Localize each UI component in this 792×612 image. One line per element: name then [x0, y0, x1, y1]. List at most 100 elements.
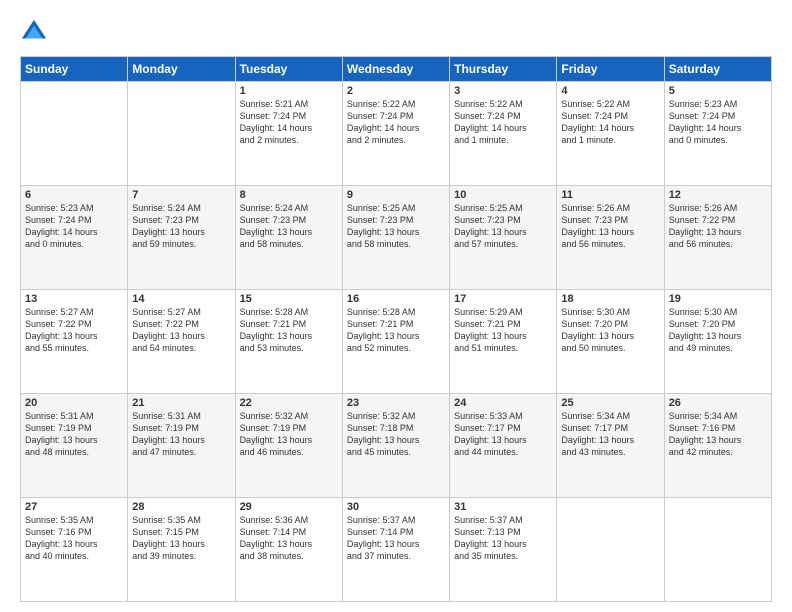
cell-content-line: Daylight: 14 hours — [454, 122, 552, 134]
cell-content-line: Sunrise: 5:33 AM — [454, 410, 552, 422]
day-number: 24 — [454, 397, 552, 409]
calendar-cell — [664, 498, 771, 602]
day-header-tuesday: Tuesday — [235, 57, 342, 82]
cell-content-line: Sunset: 7:19 PM — [25, 422, 123, 434]
cell-content-line: Sunrise: 5:26 AM — [561, 202, 659, 214]
cell-content-line: Sunset: 7:21 PM — [347, 318, 445, 330]
calendar-cell: 29Sunrise: 5:36 AMSunset: 7:14 PMDayligh… — [235, 498, 342, 602]
cell-content-line: Daylight: 13 hours — [669, 434, 767, 446]
cell-content-line: and 58 minutes. — [347, 238, 445, 250]
cell-content-line: and 49 minutes. — [669, 342, 767, 354]
cell-content-line: Sunset: 7:16 PM — [669, 422, 767, 434]
calendar-cell: 5Sunrise: 5:23 AMSunset: 7:24 PMDaylight… — [664, 82, 771, 186]
cell-content-line: Sunset: 7:18 PM — [347, 422, 445, 434]
calendar-cell: 3Sunrise: 5:22 AMSunset: 7:24 PMDaylight… — [450, 82, 557, 186]
day-number: 31 — [454, 501, 552, 513]
cell-content-line: and 51 minutes. — [454, 342, 552, 354]
calendar-cell: 24Sunrise: 5:33 AMSunset: 7:17 PMDayligh… — [450, 394, 557, 498]
cell-content-line: Sunset: 7:24 PM — [454, 110, 552, 122]
cell-content-line: Sunrise: 5:22 AM — [561, 98, 659, 110]
cell-content-line: Sunset: 7:24 PM — [240, 110, 338, 122]
cell-content-line: Sunset: 7:23 PM — [347, 214, 445, 226]
cell-content-line: Sunrise: 5:28 AM — [347, 306, 445, 318]
cell-content-line: Sunset: 7:20 PM — [669, 318, 767, 330]
cell-content-line: Sunset: 7:22 PM — [25, 318, 123, 330]
cell-content-line: and 40 minutes. — [25, 550, 123, 562]
cell-content-line: Sunrise: 5:25 AM — [347, 202, 445, 214]
day-number: 13 — [25, 293, 123, 305]
calendar-cell: 30Sunrise: 5:37 AMSunset: 7:14 PMDayligh… — [342, 498, 449, 602]
cell-content-line: Daylight: 13 hours — [347, 226, 445, 238]
day-number: 18 — [561, 293, 659, 305]
cell-content-line: and 2 minutes. — [347, 134, 445, 146]
calendar-cell — [21, 82, 128, 186]
calendar-cell: 9Sunrise: 5:25 AMSunset: 7:23 PMDaylight… — [342, 186, 449, 290]
day-number: 16 — [347, 293, 445, 305]
calendar-cell: 28Sunrise: 5:35 AMSunset: 7:15 PMDayligh… — [128, 498, 235, 602]
day-number: 9 — [347, 189, 445, 201]
cell-content-line: Sunrise: 5:31 AM — [132, 410, 230, 422]
cell-content-line: Sunrise: 5:35 AM — [132, 514, 230, 526]
cell-content-line: Sunset: 7:19 PM — [132, 422, 230, 434]
cell-content-line: Daylight: 13 hours — [240, 434, 338, 446]
cell-content-line: Daylight: 13 hours — [454, 330, 552, 342]
calendar-cell: 12Sunrise: 5:26 AMSunset: 7:22 PMDayligh… — [664, 186, 771, 290]
day-number: 20 — [25, 397, 123, 409]
calendar-cell: 15Sunrise: 5:28 AMSunset: 7:21 PMDayligh… — [235, 290, 342, 394]
cell-content-line: and 0 minutes. — [25, 238, 123, 250]
calendar-cell: 18Sunrise: 5:30 AMSunset: 7:20 PMDayligh… — [557, 290, 664, 394]
cell-content-line: Sunset: 7:15 PM — [132, 526, 230, 538]
cell-content-line: Sunrise: 5:27 AM — [25, 306, 123, 318]
cell-content-line: Sunset: 7:23 PM — [561, 214, 659, 226]
cell-content-line: Sunset: 7:24 PM — [561, 110, 659, 122]
cell-content-line: and 2 minutes. — [240, 134, 338, 146]
day-header-friday: Friday — [557, 57, 664, 82]
cell-content-line: Daylight: 14 hours — [561, 122, 659, 134]
day-header-wednesday: Wednesday — [342, 57, 449, 82]
day-number: 11 — [561, 189, 659, 201]
day-number: 14 — [132, 293, 230, 305]
day-header-saturday: Saturday — [664, 57, 771, 82]
cell-content-line: Sunrise: 5:22 AM — [347, 98, 445, 110]
cell-content-line: Daylight: 13 hours — [132, 330, 230, 342]
cell-content-line: and 35 minutes. — [454, 550, 552, 562]
cell-content-line: Sunset: 7:17 PM — [454, 422, 552, 434]
cell-content-line: Sunrise: 5:32 AM — [240, 410, 338, 422]
calendar-cell: 21Sunrise: 5:31 AMSunset: 7:19 PMDayligh… — [128, 394, 235, 498]
day-number: 25 — [561, 397, 659, 409]
cell-content-line: Daylight: 13 hours — [132, 434, 230, 446]
day-number: 27 — [25, 501, 123, 513]
day-number: 4 — [561, 85, 659, 97]
cell-content-line: and 56 minutes. — [561, 238, 659, 250]
day-number: 8 — [240, 189, 338, 201]
calendar-cell: 1Sunrise: 5:21 AMSunset: 7:24 PMDaylight… — [235, 82, 342, 186]
day-header-thursday: Thursday — [450, 57, 557, 82]
cell-content-line: Daylight: 14 hours — [347, 122, 445, 134]
calendar-cell: 2Sunrise: 5:22 AMSunset: 7:24 PMDaylight… — [342, 82, 449, 186]
cell-content-line: and 42 minutes. — [669, 446, 767, 458]
cell-content-line: Sunset: 7:23 PM — [240, 214, 338, 226]
day-number: 3 — [454, 85, 552, 97]
calendar-week-row: 6Sunrise: 5:23 AMSunset: 7:24 PMDaylight… — [21, 186, 772, 290]
logo-icon — [20, 18, 48, 46]
calendar-cell: 8Sunrise: 5:24 AMSunset: 7:23 PMDaylight… — [235, 186, 342, 290]
cell-content-line: Sunrise: 5:21 AM — [240, 98, 338, 110]
cell-content-line: and 54 minutes. — [132, 342, 230, 354]
cell-content-line: Daylight: 13 hours — [669, 226, 767, 238]
cell-content-line: and 37 minutes. — [347, 550, 445, 562]
cell-content-line: Sunrise: 5:30 AM — [561, 306, 659, 318]
calendar-week-row: 1Sunrise: 5:21 AMSunset: 7:24 PMDaylight… — [21, 82, 772, 186]
cell-content-line: and 59 minutes. — [132, 238, 230, 250]
cell-content-line: Sunrise: 5:25 AM — [454, 202, 552, 214]
cell-content-line: Daylight: 14 hours — [669, 122, 767, 134]
cell-content-line: Daylight: 13 hours — [347, 330, 445, 342]
calendar-week-row: 13Sunrise: 5:27 AMSunset: 7:22 PM Dayligh… — [21, 290, 772, 394]
calendar-week-row: 20Sunrise: 5:31 AMSunset: 7:19 PMDayligh… — [21, 394, 772, 498]
header — [20, 18, 772, 46]
cell-content-line: Daylight: 13 hours — [561, 434, 659, 446]
calendar-cell: 17Sunrise: 5:29 AMSunset: 7:21 PMDayligh… — [450, 290, 557, 394]
cell-content-line: Daylight: 13 hours — [561, 226, 659, 238]
day-number: 26 — [669, 397, 767, 409]
cell-content-line: Sunrise: 5:34 AM — [561, 410, 659, 422]
cell-content-line: Sunset: 7:13 PM — [454, 526, 552, 538]
